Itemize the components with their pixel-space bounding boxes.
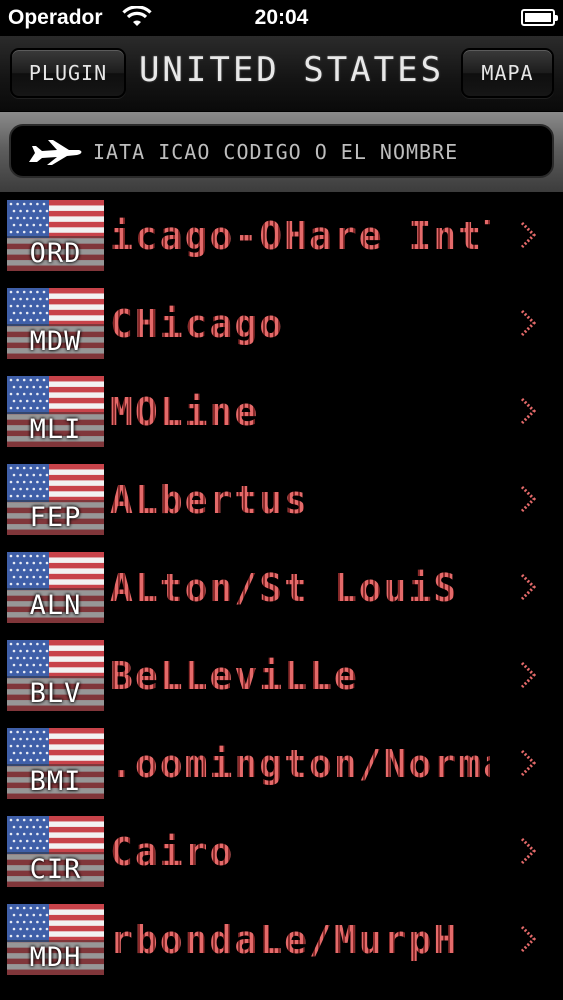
map-button[interactable]: MAPA [461, 48, 554, 98]
app-screen: Operador 20:04 PLUGIN UNITED STATES MAPA [0, 0, 563, 1000]
plugin-button[interactable]: PLUGIN [10, 48, 126, 98]
airport-row-aln[interactable]: ALN ALton/St LouiS [0, 544, 563, 632]
chevron-right-icon [520, 661, 537, 689]
search-input[interactable] [91, 136, 535, 168]
battery-icon [521, 9, 558, 26]
airport-code: ALN [29, 590, 82, 621]
us-flag-icon: ORD [7, 200, 104, 271]
airport-row-mdw[interactable]: MDW CHicago [0, 280, 563, 368]
airport-code: BLV [29, 678, 82, 709]
chevron-right-icon [520, 925, 537, 953]
us-flag-icon: ALN [7, 552, 104, 623]
chevron-right-icon [520, 573, 537, 601]
status-bar: Operador 20:04 [0, 0, 563, 36]
airport-row-mdh[interactable]: MDH rbondaLe/MurpH [0, 896, 563, 984]
clock: 20:04 [254, 6, 309, 29]
airport-row-mli[interactable]: MLI MOLine [0, 368, 563, 456]
chevron-right-icon [520, 309, 537, 337]
navigation-bar: PLUGIN UNITED STATES MAPA [0, 36, 563, 112]
airport-code: MDW [29, 326, 82, 357]
airport-code: ORD [29, 238, 82, 269]
airplane-icon [29, 140, 82, 165]
airport-name: ALbertus [110, 478, 490, 522]
airport-row-fep[interactable]: FEP ALbertus [0, 456, 563, 544]
airport-name: CHicago [110, 302, 490, 346]
airport-row-bmi[interactable]: BMI .oomington/Norma [0, 720, 563, 808]
us-flag-icon: MLI [7, 376, 104, 447]
airport-code: MLI [29, 414, 82, 445]
airport-name: .oomington/Norma [110, 742, 490, 786]
airport-name: rbondaLe/MurpH [110, 918, 490, 962]
airport-code: CIR [29, 854, 82, 885]
airport-row-cir[interactable]: CIR Cairo [0, 808, 563, 896]
airport-name: ALton/St LouiS [110, 566, 490, 610]
page-title: UNITED STATES [138, 50, 445, 90]
us-flag-icon: BMI [7, 728, 104, 799]
us-flag-icon: MDW [7, 288, 104, 359]
airport-name: icago-OHare Intl [110, 214, 490, 258]
chevron-right-icon [520, 221, 537, 249]
search-field[interactable] [9, 124, 554, 178]
battery-level [525, 13, 551, 22]
airport-row-blv[interactable]: BLV BeLLeviLLe [0, 632, 563, 720]
chevron-right-icon [520, 397, 537, 425]
airport-list: ORD icago-OHare Intl MDW CHicago MLI MOL… [0, 192, 563, 984]
airport-row-ord[interactable]: ORD icago-OHare Intl [0, 192, 563, 280]
airport-code: BMI [29, 766, 82, 797]
airport-code: MDH [29, 942, 82, 973]
airport-name: Cairo [110, 830, 490, 874]
us-flag-icon: FEP [7, 464, 104, 535]
chevron-right-icon [520, 749, 537, 777]
chevron-right-icon [520, 485, 537, 513]
us-flag-icon: CIR [7, 816, 104, 887]
airport-code: FEP [29, 502, 82, 533]
search-bar [0, 112, 563, 192]
us-flag-icon: MDH [7, 904, 104, 975]
airport-name: MOLine [110, 390, 490, 434]
us-flag-icon: BLV [7, 640, 104, 711]
airport-name: BeLLeviLLe [110, 654, 490, 698]
chevron-right-icon [520, 837, 537, 865]
